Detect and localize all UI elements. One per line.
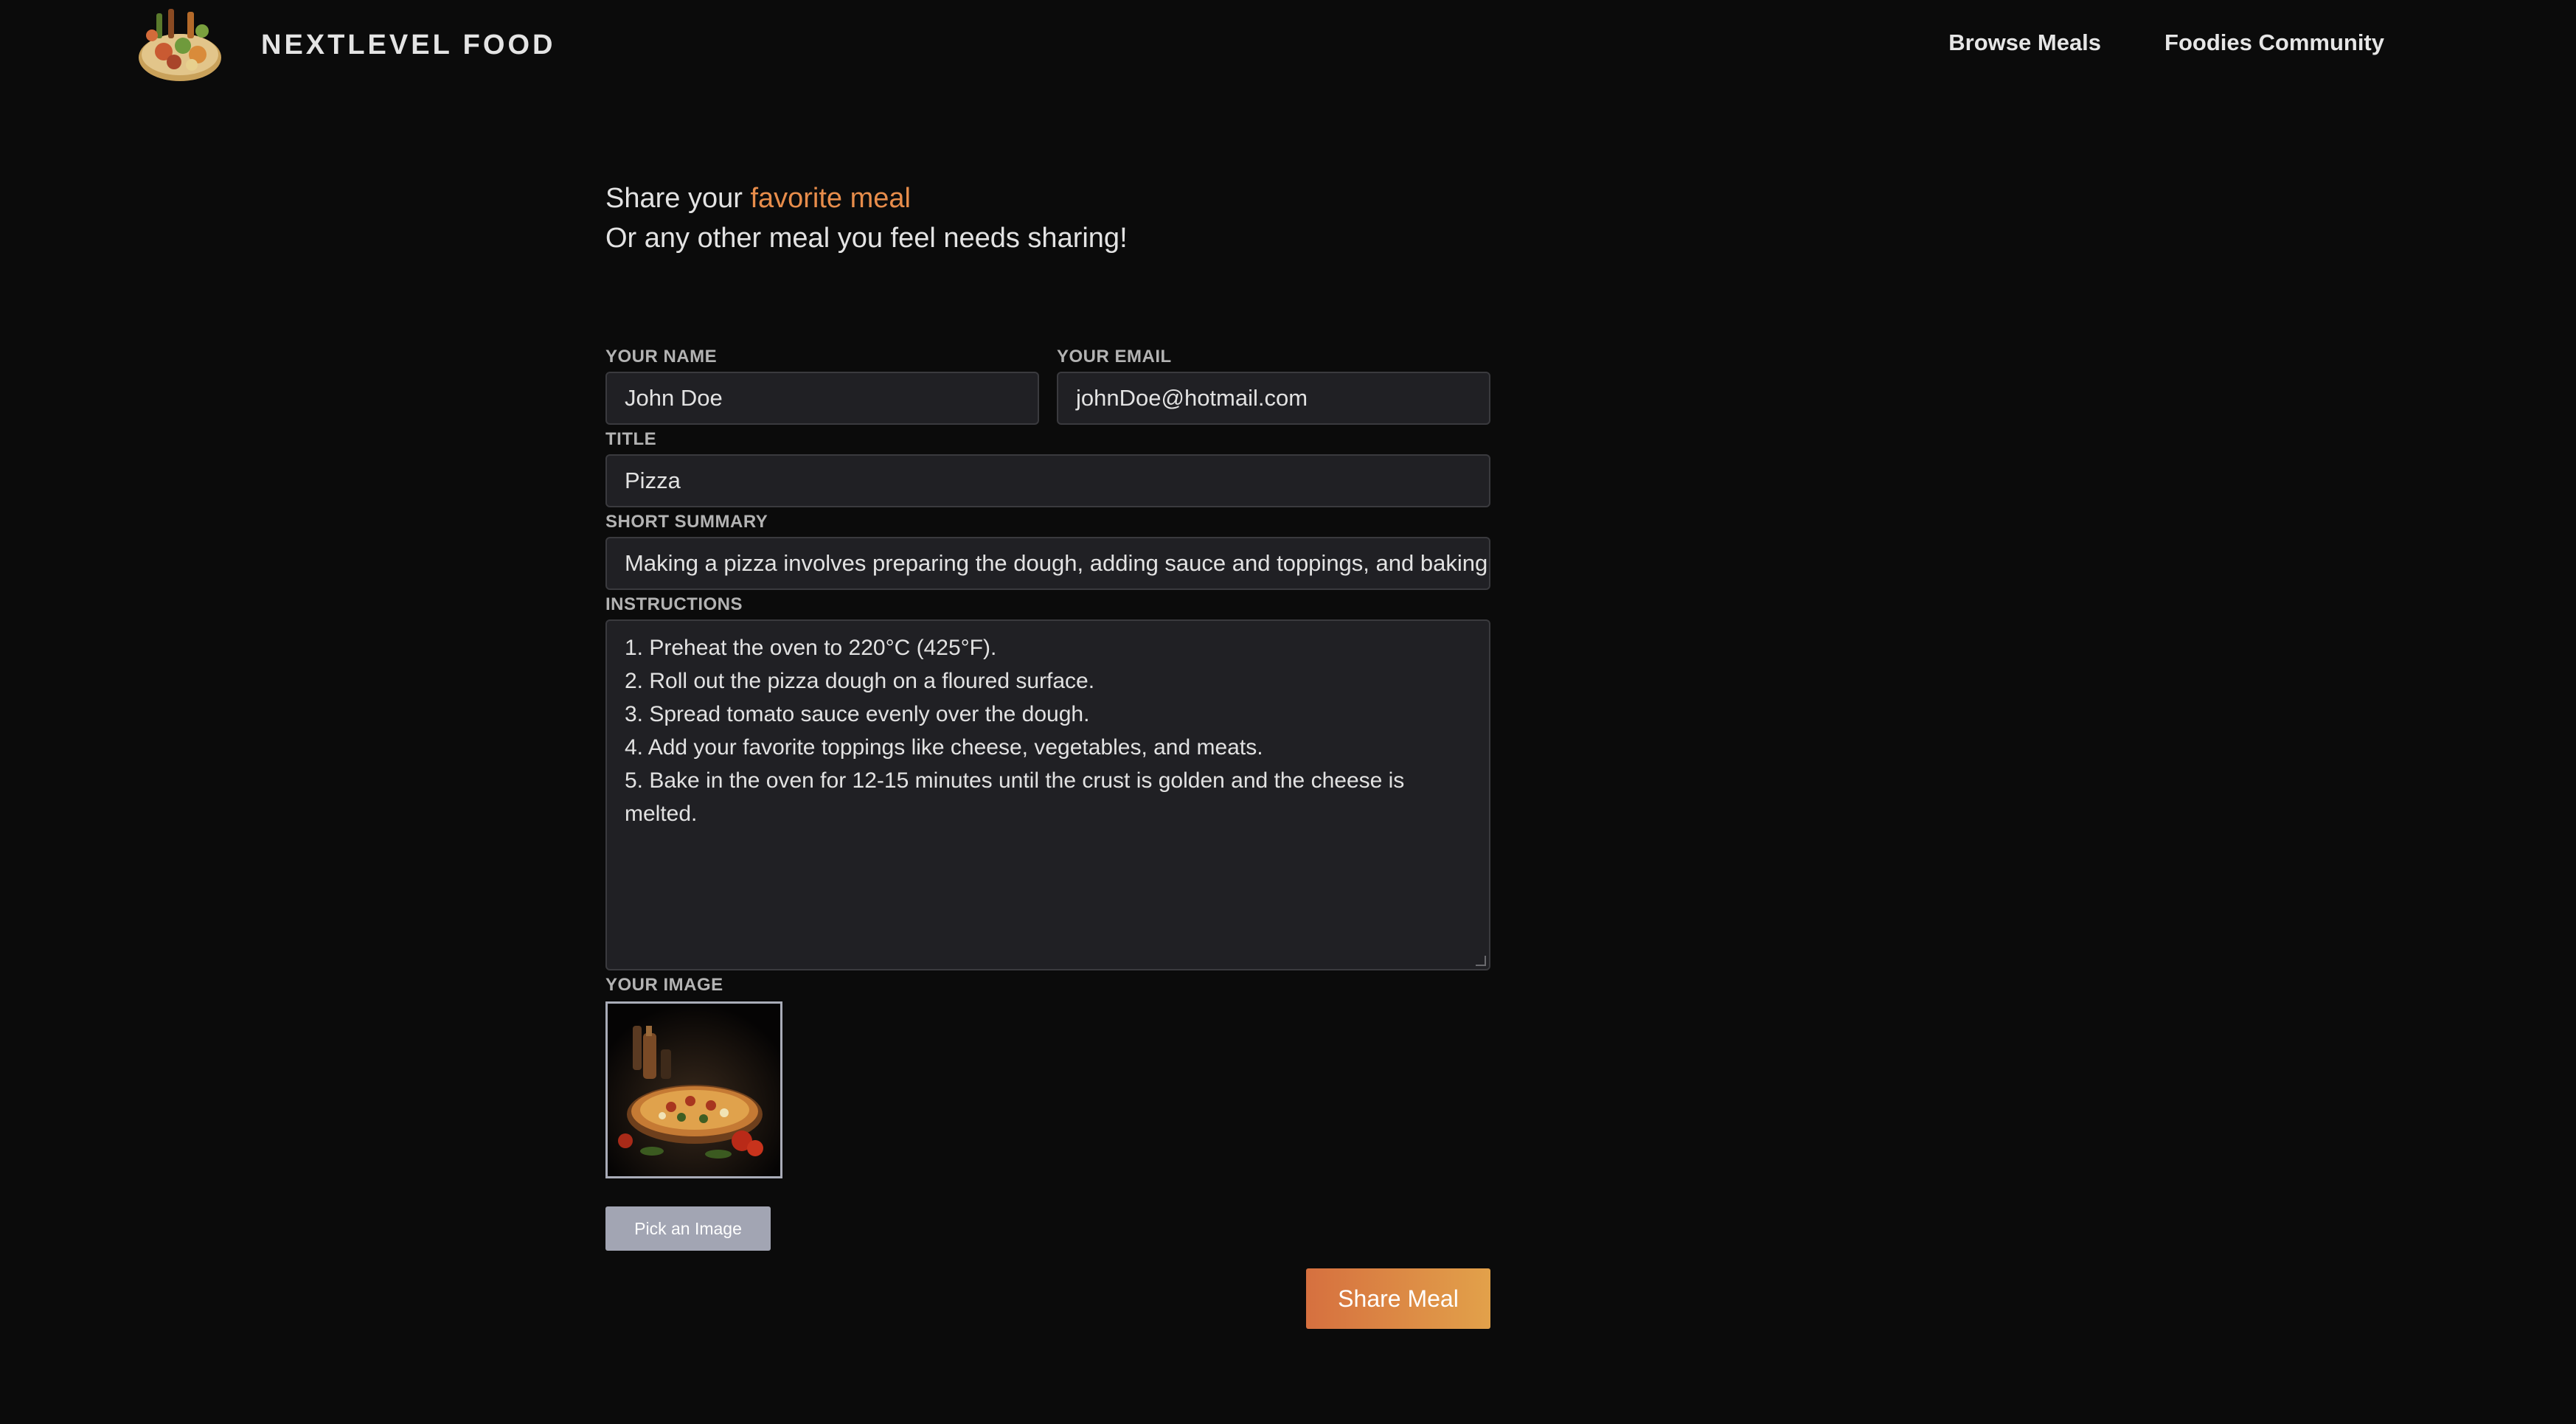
brand-name: NEXTLEVEL FOOD: [261, 29, 556, 60]
name-label: YOUR NAME: [605, 347, 718, 367]
nav-browse-meals[interactable]: Browse Meals: [1948, 29, 2101, 56]
resize-handle-icon[interactable]: [1476, 956, 1486, 966]
heading-highlight: favorite meal: [750, 183, 911, 214]
instructions-label: INSTRUCTIONS: [605, 594, 743, 614]
nav-foodies-community[interactable]: Foodies Community: [2164, 29, 2384, 56]
food-platter-logo-icon: [139, 9, 221, 81]
instruction-line: 1. Preheat the oven to 220°C (425°F).: [625, 636, 997, 660]
title-label: TITLE: [605, 429, 657, 449]
image-label: YOUR IMAGE: [605, 975, 723, 995]
instruction-line: melted.: [625, 802, 698, 826]
instruction-line: 2. Roll out the pizza dough on a floured…: [625, 669, 1095, 693]
title-group: TITLE Pizza: [605, 425, 1490, 507]
share-meal-form: YOUR NAME John Doe YOUR EMAIL johnDoe@ho…: [605, 342, 1490, 1329]
heading-line-1: Share your favorite meal: [605, 178, 1128, 218]
name-input[interactable]: John Doe: [605, 372, 1039, 425]
heading-prefix: Share your: [605, 183, 751, 214]
heading-line-2: Or any other meal you feel needs sharing…: [605, 223, 1128, 254]
instruction-line: 3. Spread tomato sauce evenly over the d…: [625, 702, 1090, 726]
instructions-textarea[interactable]: 1. Preheat the oven to 220°C (425°F). 2.…: [605, 619, 1490, 970]
name-group: YOUR NAME John Doe: [605, 342, 1039, 425]
pick-image-button[interactable]: Pick an Image: [605, 1206, 771, 1251]
title-input[interactable]: Pizza: [605, 454, 1490, 507]
image-group: YOUR IMAGE Pick an Image: [605, 970, 1490, 1251]
share-heading: Share your favorite meal Or any other me…: [605, 178, 1128, 258]
share-meal-button[interactable]: Share Meal: [1306, 1268, 1490, 1329]
email-input[interactable]: johnDoe@hotmail.com: [1057, 372, 1490, 425]
pizza-photo-icon: [608, 1004, 780, 1176]
image-preview: [605, 1001, 782, 1178]
summary-group: SHORT SUMMARY Making a pizza involves pr…: [605, 507, 1490, 590]
instruction-line: 4. Add your favorite toppings like chees…: [625, 735, 1263, 760]
main-header: NEXTLEVEL FOOD Browse Meals Foodies Comm…: [0, 0, 2576, 90]
instructions-group: INSTRUCTIONS 1. Preheat the oven to 220°…: [605, 590, 1490, 970]
email-group: YOUR EMAIL johnDoe@hotmail.com: [1057, 342, 1490, 425]
instruction-line: 5. Bake in the oven for 12-15 minutes un…: [625, 768, 1405, 793]
main-nav: Browse Meals Foodies Community: [1948, 29, 2384, 56]
summary-label: SHORT SUMMARY: [605, 512, 768, 532]
name-email-row: YOUR NAME John Doe YOUR EMAIL johnDoe@ho…: [605, 342, 1490, 425]
email-label: YOUR EMAIL: [1057, 347, 1172, 367]
page: NEXTLEVEL FOOD Browse Meals Foodies Comm…: [0, 0, 2576, 1424]
summary-input[interactable]: Making a pizza involves preparing the do…: [605, 537, 1490, 590]
brand-link[interactable]: NEXTLEVEL FOOD: [136, 3, 552, 84]
form-actions: Share Meal: [605, 1268, 1490, 1329]
